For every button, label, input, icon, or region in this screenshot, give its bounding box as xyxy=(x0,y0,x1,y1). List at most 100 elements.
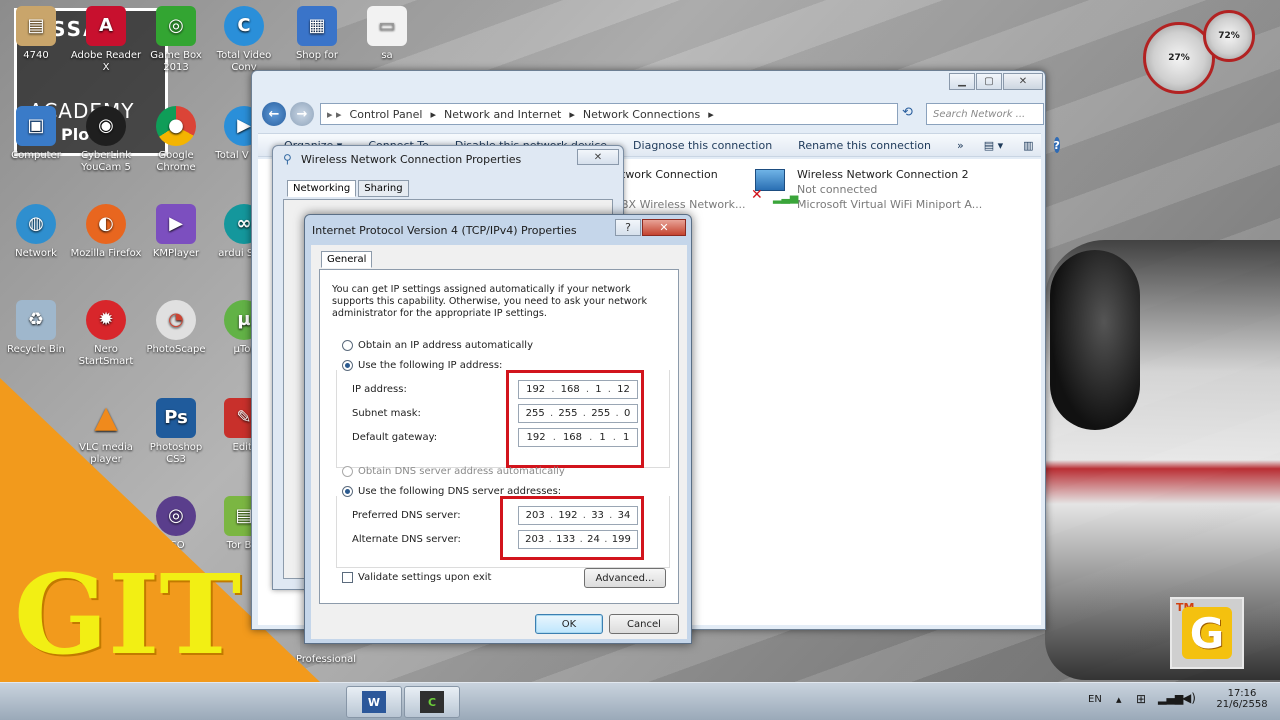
clock[interactable]: 17:16 21/6/2558 xyxy=(1212,688,1272,710)
taskbar-camtasia-icon[interactable]: C xyxy=(404,686,460,718)
alternate-dns-label: Alternate DNS server: xyxy=(352,534,461,545)
desktop-icon-photoscape[interactable]: ◔ PhotoScape xyxy=(140,300,212,356)
signal-bars-icon: ▂▃▅ xyxy=(773,191,799,204)
back-arrow-icon[interactable]: ← xyxy=(262,102,286,126)
chevron-right-icon: ▸ ▸ xyxy=(327,107,342,121)
desktop-icon-network[interactable]: ◍ Network xyxy=(0,204,72,260)
word-icon: W xyxy=(362,691,386,713)
tab-sharing[interactable]: Sharing xyxy=(358,180,409,197)
desktop-icon-gamebox[interactable]: ◎ Game Box 2013 xyxy=(140,6,212,74)
highlight-ip-frame xyxy=(506,370,644,468)
radio-auto-dns[interactable]: Obtain DNS server address automatically xyxy=(342,466,565,477)
folder-icon: ▤ xyxy=(16,6,56,46)
nero-icon: ✹ xyxy=(86,300,126,340)
wallpaper-helmet xyxy=(1050,250,1140,430)
tab-strip: Networking Sharing xyxy=(287,180,411,197)
tab-networking[interactable]: Networking xyxy=(287,180,357,197)
desktop-icon-4740[interactable]: ▤ 4740 xyxy=(0,6,72,62)
disconnected-x-icon: ✕ xyxy=(751,187,763,203)
address-row: ← → ▸ ▸ Control Panel ▸ Network and Inte… xyxy=(258,101,1044,127)
taskbar: W C EN ▴ ⊞ ▂▄▆ ◀) 17:16 21/6/2558 xyxy=(0,682,1280,720)
chevron-right-icon: ▸ xyxy=(430,107,437,121)
chevron-right-icon: ▸ xyxy=(708,107,714,121)
preview-pane-icon[interactable]: ▥ xyxy=(1023,139,1033,152)
help-button[interactable]: ? xyxy=(615,219,641,236)
search-input[interactable]: Search Network ... xyxy=(926,103,1044,125)
default-gateway-label: Default gateway: xyxy=(352,432,438,443)
network-globe-icon: ◍ xyxy=(16,204,56,244)
ok-button[interactable]: OK xyxy=(535,614,603,634)
taskbar-word-icon[interactable]: W xyxy=(346,686,402,718)
dialog-title: Wireless Network Connection Properties xyxy=(301,153,522,166)
desktop-icon-chrome[interactable]: ● Google Chrome xyxy=(140,106,212,174)
description-text: You can get IP settings assigned automat… xyxy=(332,284,648,319)
desktop-icon-sa[interactable]: ▭ sa xyxy=(351,6,423,62)
highlight-dns-frame xyxy=(500,496,644,560)
advanced-button[interactable]: Advanced... xyxy=(584,568,666,588)
breadcrumb-network-connections[interactable]: Network Connections xyxy=(583,108,700,121)
chevron-right-icon: ▸ xyxy=(569,107,575,121)
photoscape-icon: ◔ xyxy=(156,300,196,340)
close-icon[interactable]: ✕ xyxy=(577,149,619,165)
minimize-icon[interactable]: ▁ xyxy=(949,73,975,90)
general-tab-page: You can get IP settings assigned automat… xyxy=(319,269,679,604)
desktop-icon-totalvideo[interactable]: C Total Video Conv xyxy=(208,6,280,74)
desktop-icon-kmplayer[interactable]: ▶ KMPlayer xyxy=(140,204,212,260)
radio-auto-ip[interactable]: Obtain an IP address automatically xyxy=(342,340,533,351)
camtasia-icon: C xyxy=(420,691,444,713)
video-converter-icon: C xyxy=(224,6,264,46)
desktop-icon-shopfor[interactable]: ▦ Shop for xyxy=(281,6,353,62)
ip-address-label: IP address: xyxy=(352,384,407,395)
network-tray-icon[interactable]: ⊞ xyxy=(1136,692,1146,706)
desktop-icon-firefox[interactable]: ◐ Mozilla Firefox xyxy=(70,204,142,260)
connection-item-wireless-2[interactable]: ✕ ▂▃▅ Wireless Network Connection 2 Not … xyxy=(751,167,982,212)
desktop-icon-computer[interactable]: ▣ Computer xyxy=(0,106,72,162)
radio-button-selected[interactable] xyxy=(342,360,353,371)
validate-settings-checkbox-row[interactable]: Validate settings upon exit xyxy=(342,572,491,583)
window-controls: ▁ ▢ ✕ xyxy=(948,73,1043,90)
maximize-icon[interactable]: ▢ xyxy=(976,73,1002,90)
network-plug-icon: ⚲ xyxy=(283,152,292,166)
subnet-mask-label: Subnet mask: xyxy=(352,408,421,419)
ipv4-properties-dialog[interactable]: Internet Protocol Version 4 (TCP/IPv4) P… xyxy=(304,214,692,644)
pdf-icon: A xyxy=(86,6,126,46)
gamepad-icon: ◎ xyxy=(156,6,196,46)
more-commands-button[interactable]: » xyxy=(957,139,964,152)
signal-tray-icon[interactable]: ▂▄▆ xyxy=(1158,692,1183,705)
close-icon[interactable]: ✕ xyxy=(1003,73,1043,90)
help-icon[interactable]: ? xyxy=(1053,137,1060,153)
dialog-title: Internet Protocol Version 4 (TCP/IPv4) P… xyxy=(312,224,577,237)
computer-icon: ▣ xyxy=(16,106,56,146)
radio-button-disabled[interactable] xyxy=(342,466,353,477)
breadcrumb-network-internet[interactable]: Network and Internet xyxy=(444,108,561,121)
desktop-icon-youcam[interactable]: ◉ CyberLink YouCam 5 xyxy=(70,106,142,174)
git-logo-text: GIT xyxy=(14,550,242,679)
address-bar[interactable]: ▸ ▸ Control Panel ▸ Network and Internet… xyxy=(320,103,898,125)
connection-item-1[interactable]: twork Connection BX Wireless Network... xyxy=(613,167,746,212)
rename-button[interactable]: Rename this connection xyxy=(798,139,931,152)
desktop-icon-nero[interactable]: ✹ Nero StartSmart xyxy=(70,300,142,368)
desktop-icon-recycle[interactable]: ♻ Recycle Bin xyxy=(0,300,72,356)
close-button[interactable]: ✕ xyxy=(642,219,686,236)
language-indicator[interactable]: EN xyxy=(1088,694,1102,705)
validate-checkbox[interactable] xyxy=(342,572,353,583)
view-options-icon[interactable]: ▤ ▾ xyxy=(984,139,1003,152)
cancel-button[interactable]: Cancel xyxy=(609,614,679,634)
tab-general[interactable]: General xyxy=(321,251,373,268)
diagnose-button[interactable]: Diagnose this connection xyxy=(633,139,772,152)
kmplayer-icon: ▶ xyxy=(156,204,196,244)
desktop-icon-adobe[interactable]: A Adobe Reader X xyxy=(70,6,142,74)
breadcrumb-control-panel[interactable]: Control Panel xyxy=(350,108,423,121)
tray-expand-icon[interactable]: ▴ xyxy=(1116,693,1122,706)
tmg-logo: TM G xyxy=(1170,597,1244,669)
refresh-icon[interactable]: ⟲ xyxy=(902,105,913,120)
chrome-icon: ● xyxy=(156,106,196,146)
radio-button-selected[interactable] xyxy=(342,486,353,497)
memory-gauge[interactable]: 72% xyxy=(1203,10,1255,62)
volume-icon[interactable]: ◀) xyxy=(1182,691,1196,705)
shop-icon: ▦ xyxy=(297,6,337,46)
radio-manual-ip[interactable]: Use the following IP address: xyxy=(342,360,506,371)
radio-button[interactable] xyxy=(342,340,353,351)
webcam-icon: ◉ xyxy=(86,106,126,146)
forward-arrow-icon[interactable]: → xyxy=(290,102,314,126)
